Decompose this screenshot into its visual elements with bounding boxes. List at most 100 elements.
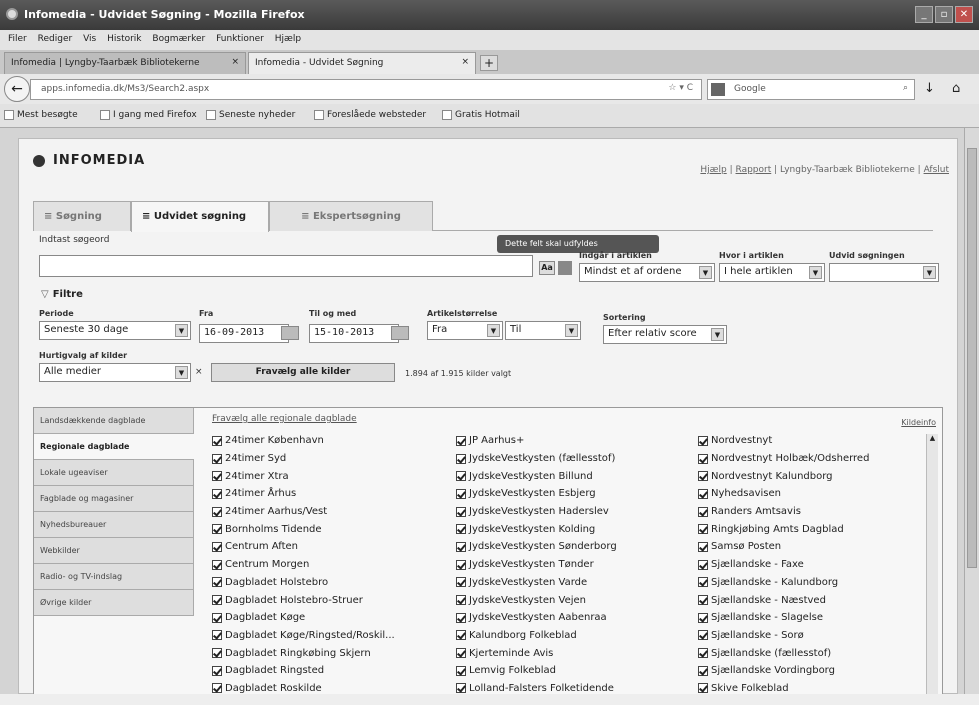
source-checkbox-item[interactable]: 24timer Syd — [212, 450, 395, 468]
calendar-icon[interactable] — [281, 326, 299, 340]
checkbox-checked-icon[interactable] — [212, 630, 222, 641]
category-regional[interactable]: Regionale dagblade — [34, 434, 194, 460]
minimize-button[interactable]: _ — [915, 6, 933, 23]
checkbox-checked-icon[interactable] — [456, 630, 466, 641]
category-other[interactable]: Øvrige kilder — [34, 590, 194, 616]
source-checkbox-item[interactable]: Dagbladet Køge/Ringsted/Roskil... — [212, 627, 395, 645]
download-icon[interactable]: ↓ — [924, 81, 935, 96]
menu-tools[interactable]: Funktioner — [216, 34, 264, 44]
checkbox-checked-icon[interactable] — [212, 453, 222, 464]
clear-icon[interactable]: × — [195, 367, 203, 377]
report-link[interactable]: Rapport — [736, 165, 772, 175]
source-checkbox-item[interactable]: Nordvestnyt Holbæk/Odsherred — [698, 450, 869, 468]
source-checkbox-item[interactable]: JydskeVestkysten Varde — [456, 574, 617, 592]
source-checkbox-item[interactable]: Dagbladet Ringsted — [212, 662, 395, 680]
source-checkbox-item[interactable]: Centrum Aften — [212, 538, 395, 556]
close-tab-icon[interactable]: × — [461, 57, 469, 67]
checkbox-checked-icon[interactable] — [212, 435, 222, 446]
close-tab-icon[interactable]: × — [231, 57, 239, 67]
close-window-button[interactable]: ✕ — [955, 6, 973, 23]
category-trade-magazines[interactable]: Fagblade og magasiner — [34, 486, 194, 512]
menu-history[interactable]: Historik — [107, 34, 141, 44]
source-checkbox-item[interactable]: Skive Folkeblad — [698, 680, 869, 694]
menu-view[interactable]: Vis — [83, 34, 96, 44]
bookmark-getting-started[interactable]: I gang med Firefox — [100, 110, 197, 120]
scrollbar-thumb[interactable] — [967, 148, 977, 568]
checkbox-checked-icon[interactable] — [698, 524, 708, 535]
bookmark-latest-news[interactable]: Seneste nyheder — [206, 110, 295, 120]
source-checkbox-item[interactable]: Centrum Morgen — [212, 556, 395, 574]
source-checkbox-item[interactable]: Dagbladet Køge — [212, 609, 395, 627]
checkbox-checked-icon[interactable] — [212, 577, 222, 588]
checkbox-checked-icon[interactable] — [698, 471, 708, 482]
period-select[interactable]: Seneste 30 dage ▼ — [39, 321, 191, 340]
checkbox-checked-icon[interactable] — [698, 488, 708, 499]
sources-scrollbar[interactable]: ▲ — [926, 434, 938, 694]
menu-help[interactable]: Hjælp — [275, 34, 301, 44]
checkbox-checked-icon[interactable] — [698, 683, 708, 694]
source-checkbox-item[interactable]: Sjællandske Vordingborg — [698, 662, 869, 680]
browser-tab-library[interactable]: Infomedia | Lyngby-Taarbæk Bibliotekerne… — [4, 52, 246, 74]
sort-select[interactable]: Efter relativ score ▼ — [603, 325, 727, 344]
article-place-select[interactable]: I hele artiklen ▼ — [719, 263, 825, 282]
checkbox-checked-icon[interactable] — [456, 683, 466, 694]
checkbox-checked-icon[interactable] — [698, 630, 708, 641]
category-national[interactable]: Landsdækkende dagblade — [34, 408, 194, 434]
url-controls[interactable]: ☆ ▾ C — [668, 83, 693, 93]
extend-search-select[interactable]: ▼ — [829, 263, 939, 282]
checkbox-checked-icon[interactable] — [212, 648, 222, 659]
checkbox-checked-icon[interactable] — [456, 577, 466, 588]
maximize-button[interactable]: ▫ — [935, 6, 953, 23]
source-checkbox-item[interactable]: JydskeVestkysten Billund — [456, 467, 617, 485]
checkbox-checked-icon[interactable] — [456, 435, 466, 446]
menu-edit[interactable]: Rediger — [38, 34, 73, 44]
source-checkbox-item[interactable]: 24timer København — [212, 432, 395, 450]
from-date-input[interactable]: 16-09-2013 — [199, 324, 289, 343]
source-checkbox-item[interactable]: JydskeVestkysten Aabenraa — [456, 609, 617, 627]
checkbox-checked-icon[interactable] — [698, 595, 708, 606]
checkbox-checked-icon[interactable] — [698, 648, 708, 659]
source-checkbox-item[interactable]: Kalundborg Folkeblad — [456, 627, 617, 645]
source-checkbox-item[interactable]: Sjællandske - Næstved — [698, 591, 869, 609]
back-button[interactable]: ← — [4, 76, 30, 102]
size-to-select[interactable]: Til ▼ — [505, 321, 581, 340]
calendar-icon[interactable] — [391, 326, 409, 340]
source-checkbox-item[interactable]: Dagbladet Holstebro — [212, 574, 395, 592]
new-tab-button[interactable]: + — [480, 55, 498, 71]
help-link[interactable]: Hjælp — [700, 165, 726, 175]
source-checkbox-item[interactable]: Dagbladet Ringkøbing Skjern — [212, 644, 395, 662]
category-news-agencies[interactable]: Nyhedsbureauer — [34, 512, 194, 538]
source-checkbox-item[interactable]: 24timer Xtra — [212, 467, 395, 485]
source-checkbox-item[interactable]: Ringkjøbing Amts Dagblad — [698, 520, 869, 538]
source-checkbox-item[interactable]: Sjællandske - Sorø — [698, 627, 869, 645]
case-sensitive-button[interactable]: Aa — [539, 261, 555, 275]
keyboard-icon[interactable] — [558, 261, 572, 275]
checkbox-checked-icon[interactable] — [456, 506, 466, 517]
checkbox-checked-icon[interactable] — [698, 506, 708, 517]
source-checkbox-item[interactable]: Kjerteminde Avis — [456, 644, 617, 662]
article-scope-select[interactable]: Mindst et af ordene ▼ — [579, 263, 715, 282]
page-scrollbar[interactable] — [964, 128, 979, 694]
source-checkbox-item[interactable]: JP Aarhus+ — [456, 432, 617, 450]
checkbox-checked-icon[interactable] — [212, 488, 222, 499]
source-checkbox-item[interactable]: JydskeVestkysten Haderslev — [456, 503, 617, 521]
category-local-weekly[interactable]: Lokale ugeaviser — [34, 460, 194, 486]
checkbox-checked-icon[interactable] — [212, 506, 222, 517]
menu-file[interactable]: Filer — [8, 34, 27, 44]
search-engine-icon[interactable] — [711, 83, 725, 96]
source-checkbox-item[interactable]: Sjællandske - Slagelse — [698, 609, 869, 627]
query-input[interactable] — [39, 255, 533, 277]
quick-sources-select[interactable]: Alle medier ▼ — [39, 363, 191, 382]
checkbox-checked-icon[interactable] — [456, 488, 466, 499]
source-checkbox-item[interactable]: 24timer Aarhus/Vest — [212, 503, 395, 521]
checkbox-checked-icon[interactable] — [698, 559, 708, 570]
checkbox-checked-icon[interactable] — [212, 683, 222, 694]
category-web[interactable]: Webkilder — [34, 538, 194, 564]
checkbox-checked-icon[interactable] — [212, 665, 222, 676]
bookmark-most-visited[interactable]: Mest besøgte — [4, 110, 78, 120]
source-checkbox-item[interactable]: Sjællandske (fællesstof) — [698, 644, 869, 662]
source-checkbox-item[interactable]: JydskeVestkysten Sønderborg — [456, 538, 617, 556]
source-checkbox-item[interactable]: JydskeVestkysten Kolding — [456, 520, 617, 538]
source-checkbox-item[interactable]: Lemvig Folkeblad — [456, 662, 617, 680]
source-checkbox-item[interactable]: Sjællandske - Faxe — [698, 556, 869, 574]
